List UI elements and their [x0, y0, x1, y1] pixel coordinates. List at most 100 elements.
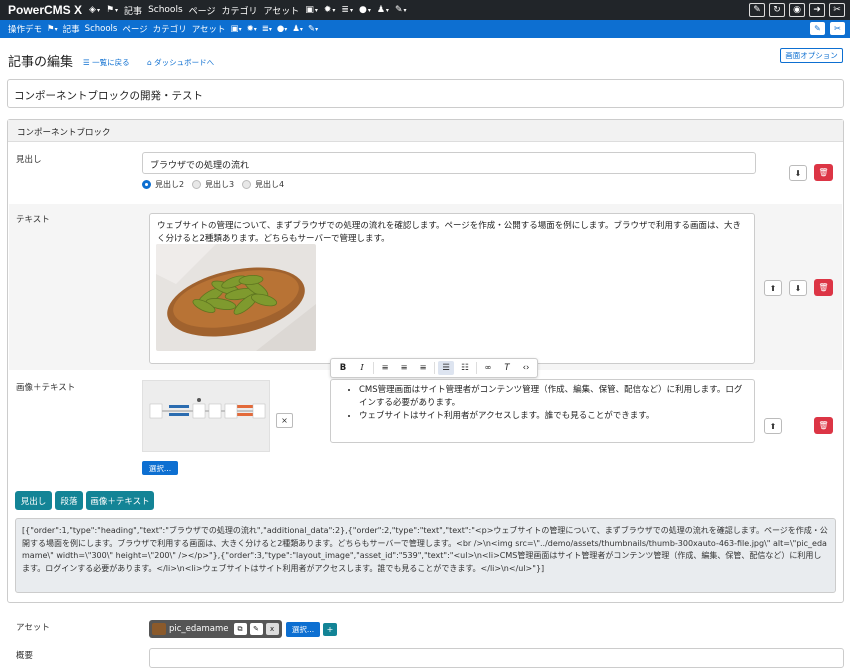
topbar-edit-button[interactable]: ✎	[749, 3, 765, 17]
add-paragraph-button[interactable]: 段落	[55, 491, 83, 510]
move-down-button[interactable]: ⬇	[789, 165, 807, 181]
topbar-schools-link[interactable]: Schools	[148, 5, 183, 15]
bluebar-tools-menu[interactable]: ✎ ▾	[308, 24, 318, 34]
comments-icon: ●	[358, 5, 367, 15]
topbar-asset-link[interactable]: アセット	[263, 4, 299, 17]
move-down-button[interactable]: ⬇	[789, 280, 807, 296]
summary-label: 概要	[16, 651, 34, 661]
pencil-icon: ✎	[253, 625, 259, 633]
summary-textarea[interactable]	[149, 648, 844, 668]
radio-h2[interactable]: 見出し2	[142, 179, 184, 190]
topbar-users-menu[interactable]: ♟ ▾	[377, 5, 389, 15]
database-icon: ≣	[261, 24, 269, 34]
bluebar-page-link[interactable]: ページ	[122, 23, 147, 35]
link-button[interactable]: ∞	[480, 361, 496, 375]
clear-format-button[interactable]: T	[499, 361, 515, 375]
topbar-bookmark-menu[interactable]: ⚑ ▾	[106, 5, 118, 15]
align-left-icon: ≡	[381, 363, 389, 373]
radio-h2-label: 見出し2	[155, 180, 185, 189]
diagram-thumbnail	[142, 380, 270, 452]
component-block-panel: コンポーネントブロック 見出し ブラウザでの処理の流れ 見出し2 見出し3 見出…	[7, 119, 844, 603]
bluebar-tools-button[interactable]: ✂	[830, 22, 845, 35]
numbered-list-button[interactable]: ☷	[457, 361, 473, 375]
brand-logo[interactable]: PowerCMS X	[8, 3, 82, 17]
radio-h2-dot	[142, 180, 151, 189]
dashboard-link[interactable]: ⌂ ダッシュボードへ	[147, 57, 214, 68]
component-json-textarea[interactable]: [{"order":1,"type":"heading","text":"ブラウ…	[15, 518, 836, 593]
bluebar-edit-button[interactable]: ✎	[810, 22, 825, 35]
screen-options-button[interactable]: 画面オプション	[780, 48, 843, 63]
topbar-category-link[interactable]: カテゴリ	[221, 4, 257, 17]
topbar-refresh-button[interactable]: ↻	[769, 3, 785, 17]
bluebar-settings-menu[interactable]: ✹ ▾	[247, 24, 257, 34]
asset-view-button[interactable]: ⧉	[233, 623, 247, 635]
logout-icon: ➜	[813, 5, 821, 15]
add-asset-button[interactable]: +	[323, 623, 337, 636]
text-rich-editor[interactable]: ウェブサイトの管理について、まずブラウザでの処理の流れを確認します。ページを作成…	[149, 213, 755, 364]
external-link-icon: ⧉	[237, 624, 243, 633]
workspace-name[interactable]: 操作デモ	[8, 23, 42, 35]
entry-title-input[interactable]: コンポーネントブロックの開発・テスト	[7, 79, 844, 108]
heading-row-label: 見出し	[16, 155, 42, 165]
topbar-logout-button[interactable]: ➜	[809, 3, 825, 17]
source-code-button[interactable]: ‹›	[518, 361, 534, 375]
bluebar-database-menu[interactable]: ≣ ▾	[262, 24, 272, 34]
move-up-button[interactable]: ⬆	[764, 280, 782, 296]
bluebar-category-link[interactable]: カテゴリ	[153, 23, 187, 35]
radio-h4[interactable]: 見出し4	[242, 179, 284, 190]
bluebar-users-menu[interactable]: ♟ ▾	[292, 24, 303, 34]
align-left-button[interactable]: ≡	[377, 361, 393, 375]
topbar-tools-menu[interactable]: ✎ ▾	[395, 5, 407, 15]
trash-icon: 🗑	[818, 168, 829, 177]
asset-edit-button[interactable]: ✎	[249, 623, 263, 635]
pencil-square-icon: ✎	[814, 24, 821, 33]
arrow-down-circle-icon: ⬇	[794, 168, 802, 178]
asset-chip: pic_edamame ⧉ ✎ x	[149, 620, 282, 638]
select-image-button[interactable]: 選択...	[142, 461, 178, 475]
toolbar-divider	[373, 362, 374, 374]
bluebar-window-menu[interactable]: ▣ ▾	[231, 24, 242, 34]
bluebar-schools-link[interactable]: Schools	[85, 24, 118, 34]
bold-button[interactable]: B	[335, 361, 351, 375]
topbar-page-link[interactable]: ページ	[189, 4, 216, 17]
topbar-window-menu[interactable]: ▣ ▾	[305, 5, 318, 15]
heading-text-input[interactable]: ブラウザでの処理の流れ	[142, 152, 756, 174]
wrench-icon: ✂	[834, 24, 841, 33]
topbar-database-menu[interactable]: ≣ ▾	[341, 5, 353, 15]
back-to-list-link[interactable]: ☰ 一覧に戻る	[83, 57, 130, 68]
delete-text-button[interactable]: 🗑	[814, 279, 833, 296]
topbar-settings-menu[interactable]: ✹ ▾	[324, 5, 336, 15]
gear-icon: ✹	[323, 5, 332, 15]
back-to-list-label: 一覧に戻る	[92, 58, 130, 67]
delete-heading-button[interactable]: 🗑	[814, 164, 833, 181]
select-asset-button[interactable]: 選択...	[286, 622, 320, 637]
text-paragraph: ウェブサイトの管理について、まずブラウザでの処理の流れを確認します。ページを作成…	[157, 221, 741, 244]
align-center-button[interactable]: ≡	[396, 361, 412, 375]
bullet-list-button[interactable]: ☰	[438, 361, 454, 375]
align-right-button[interactable]: ≡	[415, 361, 431, 375]
remove-image-button[interactable]: ×	[276, 413, 293, 428]
radio-h3[interactable]: 見出し3	[192, 179, 234, 190]
bluebar-bookmark-menu[interactable]: ⚑ ▾	[47, 24, 58, 34]
bluebar-entry-link[interactable]: 記事	[63, 23, 80, 35]
image-text-rich-editor[interactable]: CMS管理画面はサイト管理者がコンテンツ管理（作成、編集、保管、配信など）に利用…	[330, 379, 755, 443]
topbar-cube-menu[interactable]: ◈ ▾	[89, 5, 100, 15]
wrench-icon: ✎	[394, 5, 403, 15]
asset-remove-button[interactable]: x	[265, 623, 279, 635]
align-right-icon: ≡	[419, 363, 427, 373]
add-image-text-button[interactable]: 画像＋テキスト	[86, 491, 154, 510]
trash-icon: 🗑	[818, 283, 829, 292]
topbar-user-button[interactable]: ◉	[789, 3, 805, 17]
move-up-button[interactable]: ⬆	[764, 418, 782, 434]
add-heading-button[interactable]: 見出し	[15, 491, 52, 510]
bookmark-icon: ⚑	[105, 5, 115, 15]
bluebar-comments-menu[interactable]: ● ▾	[277, 24, 287, 34]
italic-button[interactable]: I	[354, 361, 370, 375]
topbar-tools-button[interactable]: ✂	[829, 3, 845, 17]
topbar-entry-link[interactable]: 記事	[124, 4, 142, 17]
delete-image-text-button[interactable]: 🗑	[814, 417, 833, 434]
topbar-comments-menu[interactable]: ● ▾	[359, 5, 371, 15]
arrow-up-circle-icon: ⬆	[769, 283, 777, 293]
home-icon: ⌂	[147, 58, 152, 67]
bluebar-asset-link[interactable]: アセット	[192, 23, 226, 35]
